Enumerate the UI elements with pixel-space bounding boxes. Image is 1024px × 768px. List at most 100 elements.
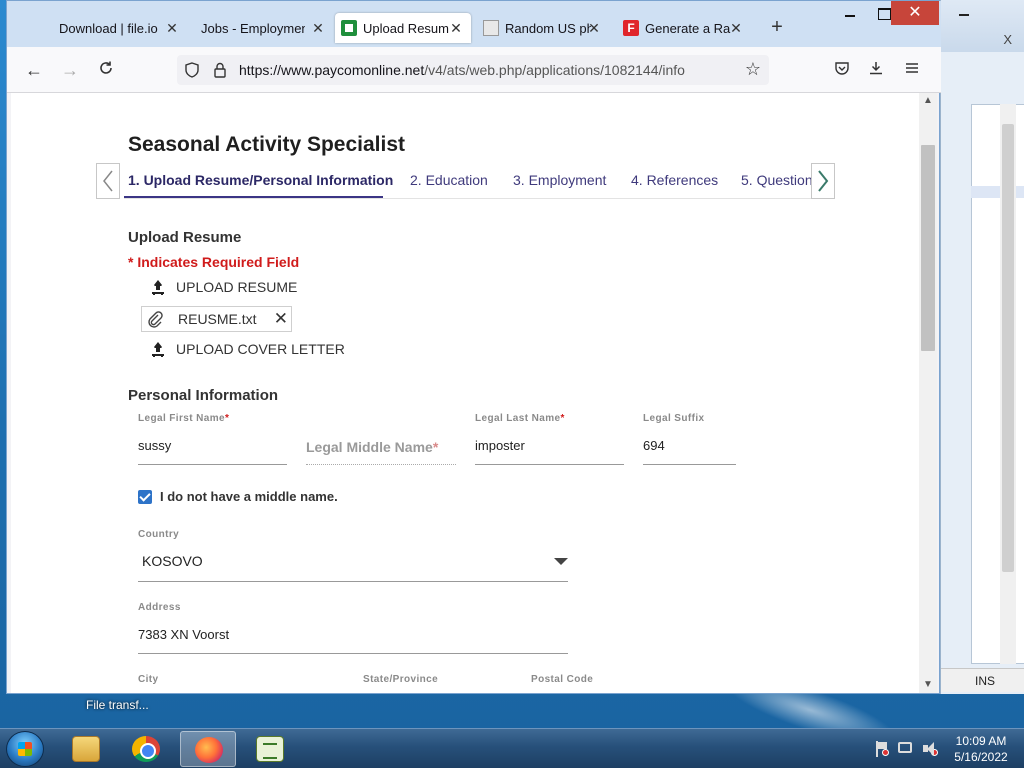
- close-window-button[interactable]: ✕: [891, 1, 939, 25]
- bookmark-star-icon[interactable]: ☆: [745, 59, 761, 80]
- postal-code-label: Postal Code: [531, 674, 594, 685]
- browser-window: Download | file.io ✕ Jobs - Employment ✕…: [6, 0, 941, 694]
- notepad-icon: [256, 736, 284, 762]
- first-name-field[interactable]: sussy: [138, 438, 171, 453]
- tab-random-phone[interactable]: Random US pho ✕: [477, 13, 609, 43]
- state-province-label: State/Province: [363, 674, 439, 685]
- attached-file-name: REUSME.txt: [178, 311, 257, 327]
- dropdown-arrow-icon[interactable]: [554, 558, 568, 565]
- page-scrollbar[interactable]: ▲ ▼: [919, 93, 937, 693]
- taskbar-chrome[interactable]: [118, 731, 174, 767]
- new-tab-button[interactable]: +: [765, 16, 789, 40]
- page-scrollbar-thumb[interactable]: [921, 145, 935, 351]
- steps-next-button[interactable]: [811, 163, 835, 199]
- reload-button[interactable]: [93, 57, 119, 83]
- step-references[interactable]: 4. References: [631, 172, 718, 188]
- step-employment[interactable]: 3. Employment: [513, 172, 606, 188]
- start-button[interactable]: [6, 731, 44, 767]
- forward-button[interactable]: →: [57, 57, 83, 83]
- middle-name-field[interactable]: Legal Middle Name*: [306, 439, 438, 455]
- last-name-underline: [475, 464, 624, 465]
- upload-icon: [152, 342, 164, 356]
- address-label: Address: [138, 602, 181, 613]
- suffix-underline: [643, 464, 736, 465]
- back-button[interactable]: ←: [21, 57, 47, 83]
- background-window-titlebar[interactable]: X: [941, 0, 1024, 52]
- url-bar[interactable]: https://www.paycomonline.net/v4/ats/web.…: [177, 55, 769, 85]
- firefox-icon: [195, 737, 223, 763]
- pocket-icon: [835, 62, 849, 75]
- upload-icon: [152, 280, 164, 294]
- close-icon[interactable]: X: [1003, 32, 1012, 47]
- city-label: City: [138, 674, 159, 685]
- country-select[interactable]: KOSOVO: [142, 553, 203, 569]
- required-field-note: * Indicates Required Field: [128, 254, 300, 270]
- no-middle-name-label[interactable]: I do not have a middle name.: [160, 489, 338, 504]
- tab-close-icon[interactable]: ✕: [309, 19, 327, 37]
- action-center-flag-icon[interactable]: [874, 741, 890, 757]
- upload-resume-button[interactable]: UPLOAD RESUME: [152, 279, 297, 295]
- minimize-button[interactable]: [833, 1, 867, 25]
- file-transfer-status: File transf...: [86, 698, 149, 712]
- lock-icon[interactable]: [213, 62, 227, 78]
- navigation-bar: ← → https://www.paycomonline.net/v4/ats/…: [7, 47, 941, 93]
- background-scrollbar-thumb[interactable]: [1002, 124, 1014, 572]
- first-name-label: Legal First Name*: [138, 413, 230, 424]
- clock-time: 10:09 AM: [955, 734, 1007, 748]
- background-window[interactable]: X INS: [940, 0, 1024, 694]
- tab-close-icon[interactable]: ✕: [585, 19, 603, 37]
- f-icon: F: [623, 20, 639, 36]
- system-clock[interactable]: 10:09 AM 5/16/2022: [946, 733, 1016, 765]
- suffix-field[interactable]: 694: [643, 438, 665, 453]
- pocket-button[interactable]: [829, 57, 855, 83]
- url-path: /v4/ats/web.php/applications/1082144/inf…: [424, 62, 685, 78]
- minimize-icon[interactable]: [957, 6, 971, 18]
- tab-label: Jobs - Employment: [201, 20, 305, 36]
- tab-bar: Download | file.io ✕ Jobs - Employment ✕…: [7, 1, 941, 47]
- network-icon[interactable]: [898, 742, 912, 753]
- tab-fileio[interactable]: Download | file.io ✕: [53, 13, 187, 43]
- taskbar-firefox[interactable]: [180, 731, 236, 767]
- tab-label: Generate a Rand: [645, 20, 731, 36]
- tab-close-icon[interactable]: ✕: [163, 19, 181, 37]
- scroll-down-arrow-icon[interactable]: ▼: [923, 679, 933, 690]
- chevron-left-icon: [103, 170, 113, 192]
- page-viewport: Seasonal Activity Specialist 1. Upload R…: [11, 93, 921, 693]
- tab-jobs[interactable]: Jobs - Employment ✕: [195, 13, 333, 43]
- active-step-underline: [124, 196, 383, 198]
- step-questions[interactable]: 5. Questions: [741, 172, 811, 188]
- file-explorer-icon: [72, 736, 100, 762]
- tab-label: Random US pho: [505, 20, 591, 36]
- suffix-label: Legal Suffix: [643, 413, 705, 424]
- url-text[interactable]: https://www.paycomonline.net/v4/ats/web.…: [239, 62, 685, 78]
- last-name-field[interactable]: imposter: [475, 438, 525, 453]
- address-field[interactable]: 7383 XN Voorst: [138, 627, 229, 642]
- taskbar-file-explorer[interactable]: [58, 731, 114, 767]
- shield-icon[interactable]: [185, 62, 199, 78]
- job-title: Seasonal Activity Specialist: [128, 133, 406, 156]
- tab-upload-resume[interactable]: Upload Resume ✕: [335, 13, 471, 43]
- volume-icon[interactable]: [922, 741, 938, 757]
- chrome-icon: [132, 736, 160, 762]
- remove-file-icon[interactable]: ✕: [274, 309, 288, 329]
- steps-prev-button[interactable]: [96, 163, 120, 199]
- step-upload-resume[interactable]: 1. Upload Resume/Personal Information: [128, 172, 393, 188]
- step-education[interactable]: 2. Education: [410, 172, 488, 188]
- no-middle-name-checkbox[interactable]: [138, 490, 152, 504]
- tab-close-icon[interactable]: ✕: [727, 19, 745, 37]
- upload-resume-label: UPLOAD RESUME: [176, 279, 298, 295]
- first-name-underline: [138, 464, 287, 465]
- scroll-up-arrow-icon[interactable]: ▲: [923, 95, 933, 106]
- country-underline: [138, 581, 568, 582]
- tab-generate-random[interactable]: F Generate a Rand ✕: [617, 13, 751, 43]
- paperclip-icon: [148, 311, 163, 328]
- reload-icon: [100, 61, 112, 74]
- personal-information-heading: Personal Information: [128, 387, 279, 404]
- tab-label: Upload Resume: [363, 20, 449, 36]
- menu-button[interactable]: [899, 57, 925, 83]
- downloads-button[interactable]: [863, 57, 889, 83]
- taskbar-notepad[interactable]: [242, 731, 298, 767]
- upload-cover-letter-button[interactable]: UPLOAD COVER LETTER: [152, 341, 345, 357]
- attached-file-chip: REUSME.txt ✕: [141, 306, 292, 332]
- tab-close-icon[interactable]: ✕: [447, 19, 465, 37]
